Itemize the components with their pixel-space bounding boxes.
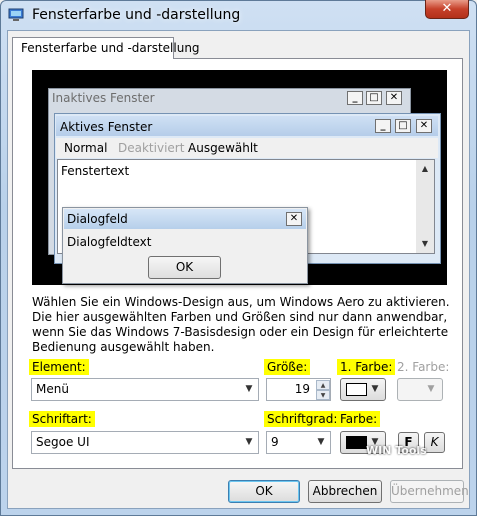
menu-item-disabled[interactable]: Deaktiviert xyxy=(118,141,184,155)
watermark: WIN Tools xyxy=(366,444,427,457)
font-color-label: Farbe: xyxy=(337,411,381,427)
maximize-icon: □ xyxy=(366,91,382,105)
chevron-down-icon: ▼ xyxy=(427,384,435,394)
dialog-title: Dialogfeld xyxy=(67,212,128,226)
chevron-down-icon: ▼ xyxy=(245,437,253,447)
tab-window-color[interactable]: Fensterfarbe und -darstellung xyxy=(12,37,200,59)
spin-down-icon[interactable]: ▼ xyxy=(316,390,330,400)
minimize-icon: _ xyxy=(375,119,391,133)
font-label: Schriftart: xyxy=(29,411,95,427)
close-icon: ✕ xyxy=(416,119,432,133)
window-title: Fensterfarbe und -darstellung xyxy=(32,7,241,23)
element-label: Element: xyxy=(29,359,89,375)
active-window-title: Aktives Fenster xyxy=(60,120,153,134)
dialog-text: Dialogfeldtext xyxy=(67,235,152,249)
font-select[interactable]: Segoe UI xyxy=(31,431,259,454)
menu-item-selected[interactable]: Ausgewählt xyxy=(188,141,258,155)
color1-label: 1. Farbe: xyxy=(337,359,396,375)
chevron-down-icon: ▼ xyxy=(371,384,379,394)
close-icon: ✕ xyxy=(286,212,302,226)
display-settings-icon xyxy=(8,8,24,21)
element-value: Menü xyxy=(36,382,69,396)
cancel-button[interactable]: Abbrechen xyxy=(308,480,382,503)
chevron-down-icon: ▼ xyxy=(317,437,325,447)
font-color-swatch xyxy=(346,436,367,449)
scroll-up-icon: ▲ xyxy=(421,164,429,173)
inactive-window-title: Inaktives Fenster xyxy=(52,91,155,105)
ok-button[interactable]: OK xyxy=(228,480,300,503)
size-value: 19 xyxy=(294,382,310,396)
menu-item-normal[interactable]: Normal xyxy=(64,141,107,155)
maximize-icon: □ xyxy=(395,119,411,133)
size-label: Größe: xyxy=(264,359,311,375)
element-select[interactable]: Menü xyxy=(31,378,259,401)
color1-swatch xyxy=(346,383,367,396)
close-icon: ✕ xyxy=(386,91,402,105)
description-text: Wählen Sie ein Windows-Design aus, um Wi… xyxy=(32,295,450,354)
close-button[interactable]: ✕ xyxy=(425,0,469,19)
window-text: Fenstertext xyxy=(61,164,130,178)
scroll-down-icon: ▼ xyxy=(421,239,429,248)
minimize-icon: _ xyxy=(347,91,363,105)
color2-label: 2. Farbe: xyxy=(397,360,450,374)
apply-button[interactable]: Übernehmen xyxy=(390,480,469,503)
font-value: Segoe UI xyxy=(36,435,90,449)
font-size-value: 9 xyxy=(271,435,279,449)
dialog-ok-button[interactable]: OK xyxy=(148,256,221,279)
chevron-down-icon: ▼ xyxy=(245,384,253,394)
font-size-label: Schriftgrad: xyxy=(264,411,341,427)
spin-up-icon[interactable]: ▲ xyxy=(316,380,330,390)
